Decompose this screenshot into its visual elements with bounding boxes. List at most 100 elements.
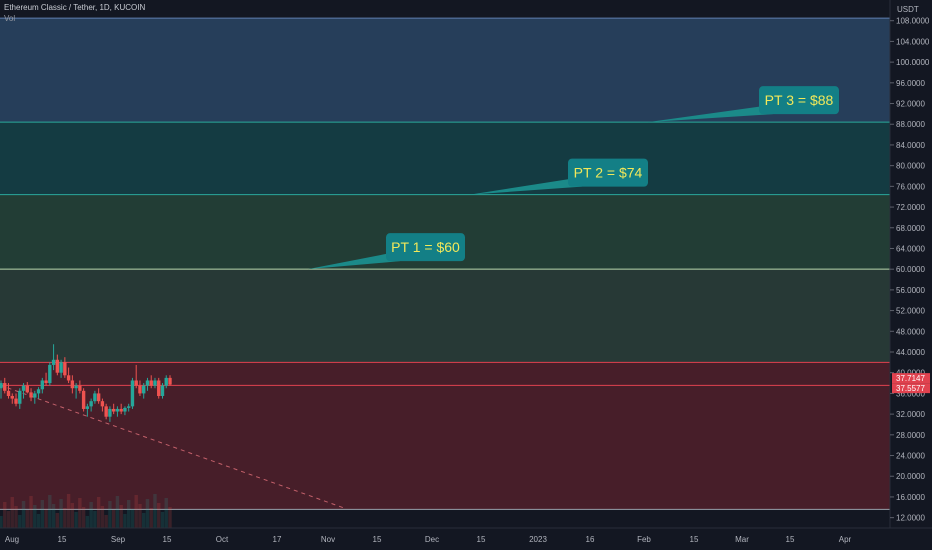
x-tick-label: 16 [586,535,595,544]
target-label-2: PT 2 = $74 [574,165,643,181]
candle-body [40,380,45,390]
y-tick-label: 64.0000 [896,244,925,253]
candle-body [108,408,112,417]
y-tick-label: 76.0000 [896,182,925,191]
volume-bar [111,510,116,528]
candle-body [21,385,26,391]
candle-body [164,377,168,386]
y-tick-label: 28.0000 [896,431,925,440]
candle-body [93,393,97,402]
x-tick-label: 15 [477,535,486,544]
candle-body [74,385,78,389]
volume-bar [55,513,60,528]
symbol-title[interactable]: Ethereum Classic / Tether, 1D, KUCOIN [4,3,145,12]
volume-bar [51,504,56,528]
candle-body [153,380,157,386]
candle-body [3,383,7,391]
volume-bar [10,497,14,528]
y-tick-label: 44.0000 [896,348,925,357]
y-tick-label: 12.0000 [896,514,925,523]
volume-bar [89,502,93,528]
x-tick-label: 2023 [529,535,547,544]
candle-body [130,380,135,407]
x-tick-label: Oct [216,535,229,544]
candle-body [104,406,108,417]
x-tick-label: 15 [786,535,795,544]
y-tick-label: 52.0000 [896,307,925,316]
x-tick-label: 17 [273,535,282,544]
x-tick-label: 15 [58,535,67,544]
price-zone-1 [0,18,890,123]
candle-body [134,380,138,386]
x-tick-label: Aug [5,535,19,544]
volume-bar [130,509,135,528]
y-tick-label: 24.0000 [896,452,925,461]
volume-bar [59,499,63,528]
candle-body [63,362,67,376]
volume-bar [85,516,90,528]
candle-body [36,389,41,394]
price-chart[interactable]: PT 1 = $60 PT 2 = $74 PT 3 = $88 12.0000 16.… [0,0,932,550]
candle-body [59,362,63,373]
candle-body [168,377,172,385]
candle-body [100,401,105,407]
x-tick-label: Feb [637,535,651,544]
volume-bar [160,512,165,528]
volume-bar [145,499,150,528]
volume-bar [81,507,86,528]
x-tick-label: Mar [735,535,749,544]
candle-body [149,380,153,386]
candle-body [89,401,93,407]
volume-bar [164,498,168,528]
x-tick-label: Nov [321,535,335,544]
volume-bar [115,496,120,528]
price-label-1: 37.7147 [896,374,925,383]
volume-label: Vol [4,14,16,23]
volume-bar [119,505,123,528]
x-tick-label: 15 [690,535,699,544]
candle-body [33,393,37,398]
candle-body [48,364,52,384]
y-tick-label: 92.0000 [896,100,925,109]
candle-body [145,380,150,386]
candle-body [111,408,116,412]
volume-bar [48,495,52,528]
volume-bar [104,515,108,528]
volume-bar [3,502,7,528]
currency-label: USDT [897,5,919,14]
candle-body [115,408,120,412]
target-label-1: PT 1 = $60 [391,239,460,255]
y-tick-label: 56.0000 [896,286,925,295]
y-tick-label: 104.0000 [896,37,930,46]
candle-body [119,408,123,412]
volume-bar [29,496,33,528]
candle-body [81,390,86,409]
y-tick-label: 60.0000 [896,265,925,274]
y-tick-label: 48.0000 [896,327,925,336]
candle-body [14,398,18,404]
candle-body [6,390,11,396]
candle-body [10,396,14,399]
x-tick-label: Dec [425,535,439,544]
volume-bar [142,513,146,528]
candle-body [142,385,146,394]
y-tick-label: 80.0000 [896,162,925,171]
volume-bar [138,504,142,528]
candle-body [96,393,101,402]
y-tick-label: 88.0000 [896,120,925,129]
candle-body [126,406,131,408]
y-tick-label: 72.0000 [896,203,925,212]
x-tick-label: 15 [373,535,382,544]
volume-bar [93,511,97,528]
y-tick-label: 16.0000 [896,493,925,502]
candle-body [123,407,127,412]
volume-bar [33,505,37,528]
volume-bar [123,514,127,528]
target-label-3: PT 3 = $88 [765,92,834,108]
y-tick-label: 96.0000 [896,79,925,88]
y-tick-label: 68.0000 [896,224,925,233]
volume-bar [70,503,75,528]
x-tick-label: 15 [163,535,172,544]
volume-bar [134,495,138,528]
candle-body [25,385,29,393]
